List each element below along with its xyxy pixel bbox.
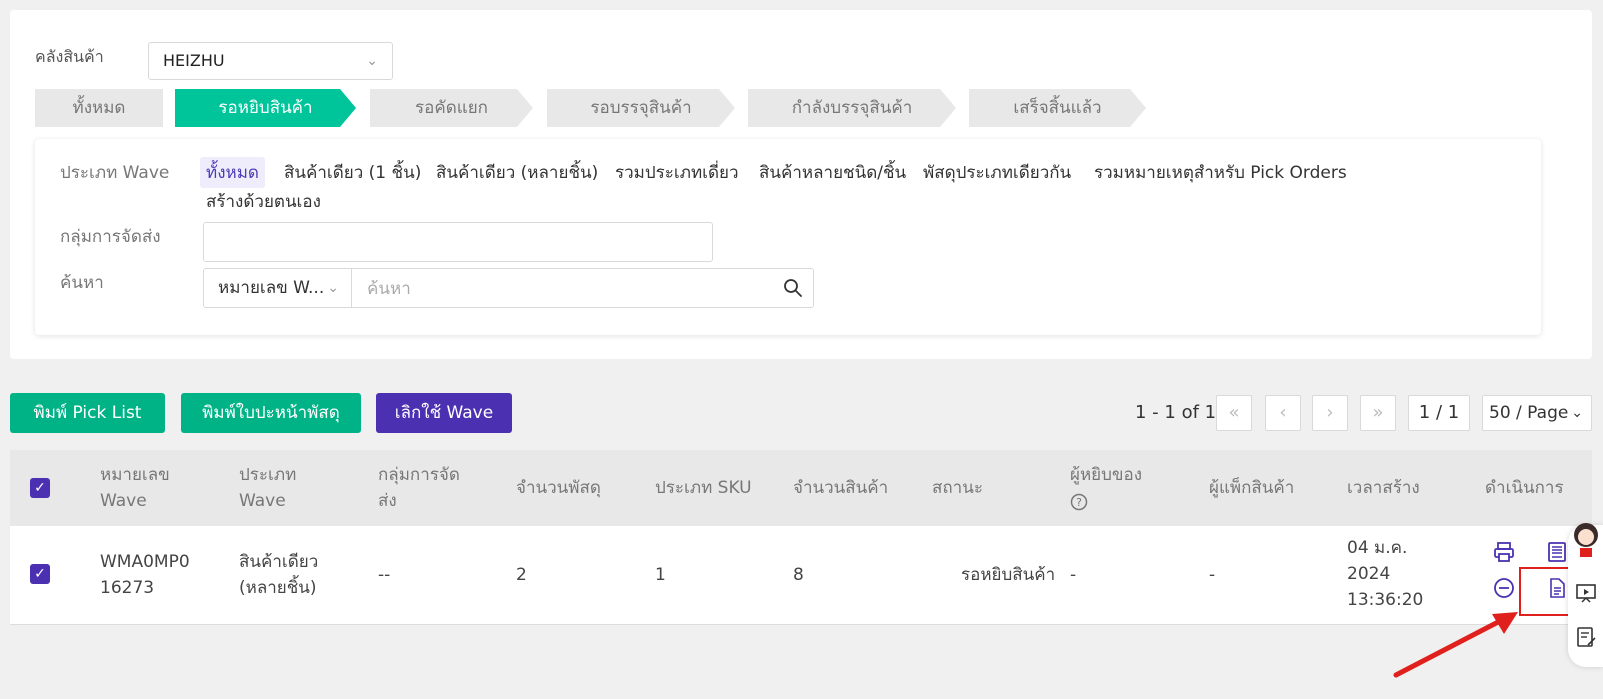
search-input[interactable] — [353, 269, 789, 309]
filter-card: ประเภท Wave ทั้งหมด สินค้าเดียว (1 ชิ้น)… — [35, 139, 1541, 335]
cell-picker: - — [1070, 565, 1077, 585]
wave-type-single-multi[interactable]: สินค้าเดียว (หลายชิ้น) — [430, 157, 604, 188]
last-page-button[interactable]: » — [1360, 395, 1396, 431]
header-sku-type: ประเภท SKU — [655, 478, 752, 498]
cell-shipping-group: -- — [378, 565, 391, 585]
highlight-box — [1519, 567, 1570, 616]
shipping-group-label: กลุ่มการจัดส่ง — [60, 227, 161, 247]
search-icon[interactable] — [783, 278, 803, 298]
wave-type-same-parcel[interactable]: พัสดุประเภทเดียวกัน — [917, 157, 1077, 188]
filter-panel: คลังสินค้า HEIZHU ⌄ ทั้งหมด รอหยิบสินค้า… — [10, 10, 1592, 359]
cell-parcels: 2 — [516, 565, 527, 585]
header-picker: ผู้หยิบของ — [1070, 465, 1143, 485]
print-pick-list-button[interactable]: พิมพ์ Pick List — [10, 393, 165, 433]
wave-type-manual[interactable]: สร้างด้วยตนเอง — [200, 186, 327, 217]
question-circle-icon[interactable]: ? — [1070, 493, 1088, 511]
search-type-select[interactable]: หมายเลข W... ⌄ — [204, 269, 352, 307]
search-type-value: หมายเลข W... — [218, 278, 325, 298]
chevron-down-icon: ⌄ — [366, 53, 378, 69]
prev-page-button[interactable]: ‹ — [1265, 395, 1301, 431]
step-all[interactable]: ทั้งหมด — [35, 89, 163, 127]
search-label: ค้นหา — [60, 273, 104, 293]
video-tutorial-icon[interactable] — [1574, 581, 1598, 605]
search-box: หมายเลข W... ⌄ — [203, 268, 814, 309]
page-size-value: 50 / Page — [1489, 403, 1569, 423]
next-page-button[interactable]: › — [1312, 395, 1348, 431]
chevron-down-icon: ⌄ — [1571, 405, 1583, 421]
header-created: เวลาสร้าง — [1347, 478, 1420, 498]
red-arrow-annotation — [1393, 612, 1518, 678]
header-packer: ผู้แพ็กสินค้า — [1209, 478, 1295, 498]
pick-list-icon[interactable] — [1545, 540, 1569, 564]
shipping-group-input[interactable] — [203, 222, 713, 262]
cell-wave-no[interactable]: WMA0MP0 16273 — [100, 549, 200, 601]
print-labels-button[interactable]: พิมพ์ใบปะหน้าพัสดุ — [181, 393, 361, 433]
pagination-range: 1 - 1 of 1 — [1135, 402, 1217, 423]
cell-wave-type: สินค้าเดียว (หลายชิ้น) — [239, 552, 319, 598]
header-actions: ดำเนินการ — [1485, 478, 1564, 498]
header-qty: จำนวนสินค้า — [793, 478, 889, 498]
warehouse-value: HEIZHU — [163, 51, 225, 70]
cell-status: รอหยิบสินค้า — [961, 565, 1056, 585]
svg-text:?: ? — [1076, 496, 1082, 509]
wave-type-multi[interactable]: สินค้าหลายชนิด/ชิ้น — [753, 157, 912, 188]
support-avatar-icon[interactable] — [1571, 521, 1601, 557]
page-indicator[interactable]: 1 / 1 — [1408, 395, 1470, 431]
cell-packer: - — [1209, 565, 1216, 585]
step-waiting-pack[interactable]: รอบรรจุสินค้า — [547, 89, 735, 127]
table-header: ✓ หมายเลข Wave ประเภท Wave กลุ่มการจัดส่… — [10, 450, 1592, 526]
table-row: ✓ WMA0MP0 16273 สินค้าเดียว (หลายชิ้น) -… — [10, 526, 1592, 625]
cancel-wave-button[interactable]: เลิกใช้ Wave — [376, 393, 512, 433]
step-waiting-sort[interactable]: รอคัดแยก — [370, 89, 533, 127]
header-status: สถานะ — [932, 478, 983, 498]
warehouse-select[interactable]: HEIZHU ⌄ — [148, 42, 393, 80]
wave-type-label: ประเภท Wave — [60, 163, 170, 183]
printer-icon[interactable] — [1492, 540, 1516, 564]
cell-sku-type: 1 — [655, 565, 666, 585]
header-parcels: จำนวนพัสดุ — [516, 478, 601, 498]
notes-icon[interactable] — [1574, 625, 1598, 649]
wave-table: ✓ หมายเลข Wave ประเภท Wave กลุ่มการจัดส่… — [10, 450, 1592, 626]
row-checkbox[interactable]: ✓ — [30, 564, 50, 584]
page-size-select[interactable]: 50 / Page ⌄ — [1482, 395, 1592, 431]
warehouse-label: คลังสินค้า — [35, 47, 104, 66]
chevron-down-icon: ⌄ — [327, 280, 339, 296]
select-all-checkbox[interactable]: ✓ — [30, 478, 50, 498]
cell-qty: 8 — [793, 565, 804, 585]
wave-type-combined-single[interactable]: รวมประเภทเดี่ยว — [609, 157, 745, 188]
step-done[interactable]: เสร็จสิ้นแล้ว — [969, 89, 1146, 127]
wave-type-single-1[interactable]: สินค้าเดียว (1 ชิ้น) — [278, 157, 427, 188]
step-packing[interactable]: กำลังบรรจุสินค้า — [748, 89, 956, 127]
minus-circle-icon[interactable] — [1492, 576, 1516, 600]
wave-type-all[interactable]: ทั้งหมด — [200, 157, 265, 188]
header-shipping-group: กลุ่มการจัดส่ง — [378, 465, 460, 511]
first-page-button[interactable]: « — [1216, 395, 1252, 431]
header-wave-no: หมายเลข Wave — [100, 465, 170, 511]
side-toolbar — [1568, 523, 1603, 667]
cell-created-date: 04 ม.ค. 2024 — [1347, 538, 1408, 584]
wave-type-remark[interactable]: รวมหมายเหตุสำหรับ Pick Orders — [1088, 157, 1353, 188]
step-waiting-pick[interactable]: รอหยิบสินค้า — [175, 89, 356, 127]
header-wave-type: ประเภท Wave — [239, 465, 297, 511]
